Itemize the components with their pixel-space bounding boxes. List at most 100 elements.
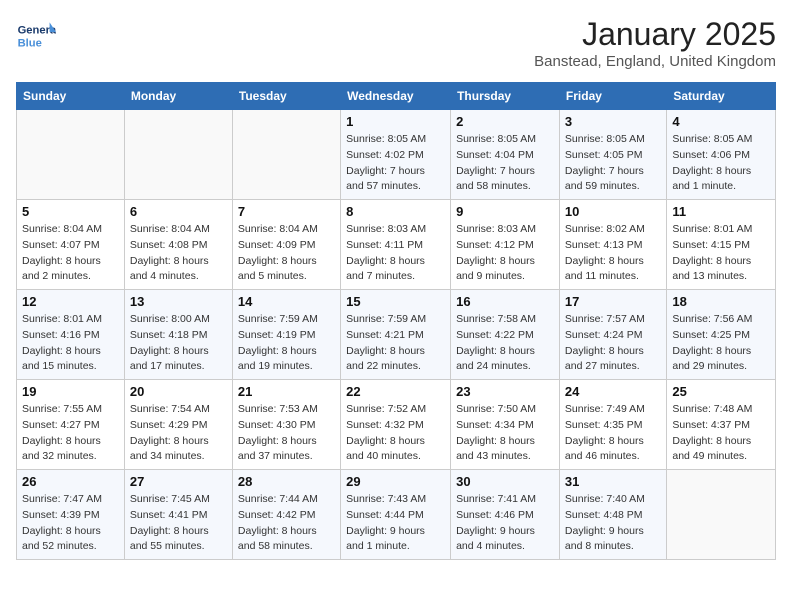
- calendar-table: SundayMondayTuesdayWednesdayThursdayFrid…: [16, 82, 776, 560]
- weekday-header-thursday: Thursday: [451, 83, 560, 110]
- calendar-cell: 14 Sunrise: 7:59 AM Sunset: 4:19 PM Dayli…: [232, 290, 340, 380]
- day-number: 21: [238, 384, 335, 399]
- day-info: Sunrise: 8:03 AM Sunset: 4:12 PM Dayligh…: [456, 222, 554, 285]
- calendar-cell: 31Sunrise: 7:40 AM Sunset: 4:48 PM Dayli…: [559, 470, 666, 560]
- day-number: 13: [130, 294, 227, 309]
- weekday-header-wednesday: Wednesday: [341, 83, 451, 110]
- day-info: Sunrise: 7:58 AM Sunset: 4:22 PM Dayligh…: [456, 312, 554, 375]
- weekday-header-monday: Monday: [124, 83, 232, 110]
- calendar-cell: 15 Sunrise: 7:59 AM Sunset: 4:21 PM Dayli…: [341, 290, 451, 380]
- title-area: January 2025 Banstead, England, United K…: [534, 16, 776, 70]
- day-info: Sunrise: 8:05 AM Sunset: 4:06 PM Dayligh…: [672, 132, 770, 195]
- calendar-cell: [17, 110, 125, 200]
- calendar-cell: 25 Sunrise: 7:48 AM Sunset: 4:37 PM Dayli…: [667, 380, 776, 470]
- calendar-cell: 16 Sunrise: 7:58 AM Sunset: 4:22 PM Dayli…: [451, 290, 560, 380]
- calendar-cell: 9 Sunrise: 8:03 AM Sunset: 4:12 PM Daylig…: [451, 200, 560, 290]
- day-number: 19: [22, 384, 119, 399]
- calendar-cell: 6 Sunrise: 8:04 AM Sunset: 4:08 PM Daylig…: [124, 200, 232, 290]
- calendar-cell: [667, 470, 776, 560]
- day-number: 18: [672, 294, 770, 309]
- day-info: Sunrise: 8:03 AM Sunset: 4:11 PM Dayligh…: [346, 222, 445, 285]
- day-number: 4: [672, 114, 770, 129]
- calendar-cell: 10 Sunrise: 8:02 AM Sunset: 4:13 PM Dayli…: [559, 200, 666, 290]
- day-number: 17: [565, 294, 661, 309]
- day-info: Sunrise: 8:02 AM Sunset: 4:13 PM Dayligh…: [565, 222, 661, 285]
- day-info: Sunrise: 7:59 AM Sunset: 4:19 PM Dayligh…: [238, 312, 335, 375]
- day-info: Sunrise: 8:05 AM Sunset: 4:05 PM Dayligh…: [565, 132, 661, 195]
- day-number: 25: [672, 384, 770, 399]
- day-number: 16: [456, 294, 554, 309]
- day-info: Sunrise: 7:53 AM Sunset: 4:30 PM Dayligh…: [238, 402, 335, 465]
- day-number: 11: [672, 204, 770, 219]
- calendar-cell: 17 Sunrise: 7:57 AM Sunset: 4:24 PM Dayli…: [559, 290, 666, 380]
- calendar-cell: 3 Sunrise: 8:05 AM Sunset: 4:05 PM Daylig…: [559, 110, 666, 200]
- day-info: Sunrise: 7:57 AM Sunset: 4:24 PM Dayligh…: [565, 312, 661, 375]
- day-info: Sunrise: 8:05 AM Sunset: 4:02 PM Dayligh…: [346, 132, 445, 195]
- calendar-cell: 4 Sunrise: 8:05 AM Sunset: 4:06 PM Daylig…: [667, 110, 776, 200]
- calendar-cell: 28 Sunrise: 7:44 AM Sunset: 4:42 PM Dayli…: [232, 470, 340, 560]
- day-info: Sunrise: 7:48 AM Sunset: 4:37 PM Dayligh…: [672, 402, 770, 465]
- day-info: Sunrise: 7:49 AM Sunset: 4:35 PM Dayligh…: [565, 402, 661, 465]
- calendar-cell: 26 Sunrise: 7:47 AM Sunset: 4:39 PM Dayli…: [17, 470, 125, 560]
- day-info: Sunrise: 7:41 AM Sunset: 4:46 PM Dayligh…: [456, 492, 554, 555]
- calendar-cell: 5 Sunrise: 8:04 AM Sunset: 4:07 PM Daylig…: [17, 200, 125, 290]
- day-info: Sunrise: 7:56 AM Sunset: 4:25 PM Dayligh…: [672, 312, 770, 375]
- day-number: 28: [238, 474, 335, 489]
- day-info: Sunrise: 7:40 AM Sunset: 4:48 PM Dayligh…: [565, 492, 661, 555]
- day-number: 30: [456, 474, 554, 489]
- day-info: Sunrise: 7:45 AM Sunset: 4:41 PM Dayligh…: [130, 492, 227, 555]
- day-number: 1: [346, 114, 445, 129]
- header: General Blue January 2025 Banstead, Engl…: [16, 16, 776, 70]
- day-number: 9: [456, 204, 554, 219]
- day-number: 14: [238, 294, 335, 309]
- day-number: 3: [565, 114, 661, 129]
- calendar-cell: 7 Sunrise: 8:04 AM Sunset: 4:09 PM Daylig…: [232, 200, 340, 290]
- day-number: 7: [238, 204, 335, 219]
- weekday-header-tuesday: Tuesday: [232, 83, 340, 110]
- day-info: Sunrise: 7:59 AM Sunset: 4:21 PM Dayligh…: [346, 312, 445, 375]
- calendar-cell: 19 Sunrise: 7:55 AM Sunset: 4:27 PM Dayli…: [17, 380, 125, 470]
- day-info: Sunrise: 7:55 AM Sunset: 4:27 PM Dayligh…: [22, 402, 119, 465]
- day-number: 12: [22, 294, 119, 309]
- weekday-header-sunday: Sunday: [17, 83, 125, 110]
- day-info: Sunrise: 7:54 AM Sunset: 4:29 PM Dayligh…: [130, 402, 227, 465]
- calendar-cell: 24Sunrise: 7:49 AM Sunset: 4:35 PM Dayli…: [559, 380, 666, 470]
- day-info: Sunrise: 7:44 AM Sunset: 4:42 PM Dayligh…: [238, 492, 335, 555]
- calendar-cell: 20 Sunrise: 7:54 AM Sunset: 4:29 PM Dayli…: [124, 380, 232, 470]
- day-info: Sunrise: 8:04 AM Sunset: 4:09 PM Dayligh…: [238, 222, 335, 285]
- month-title: January 2025: [534, 16, 776, 53]
- day-number: 27: [130, 474, 227, 489]
- day-number: 23: [456, 384, 554, 399]
- calendar-cell: [232, 110, 340, 200]
- day-info: Sunrise: 8:05 AM Sunset: 4:04 PM Dayligh…: [456, 132, 554, 195]
- location: Banstead, England, United Kingdom: [534, 53, 776, 70]
- day-info: Sunrise: 8:04 AM Sunset: 4:08 PM Dayligh…: [130, 222, 227, 285]
- day-number: 2: [456, 114, 554, 129]
- calendar-cell: 27 Sunrise: 7:45 AM Sunset: 4:41 PM Dayli…: [124, 470, 232, 560]
- day-number: 29: [346, 474, 445, 489]
- weekday-header-saturday: Saturday: [667, 83, 776, 110]
- day-number: 26: [22, 474, 119, 489]
- day-number: 15: [346, 294, 445, 309]
- day-number: 22: [346, 384, 445, 399]
- day-info: Sunrise: 8:01 AM Sunset: 4:16 PM Dayligh…: [22, 312, 119, 375]
- day-number: 8: [346, 204, 445, 219]
- day-number: 5: [22, 204, 119, 219]
- day-info: Sunrise: 7:52 AM Sunset: 4:32 PM Dayligh…: [346, 402, 445, 465]
- day-info: Sunrise: 8:00 AM Sunset: 4:18 PM Dayligh…: [130, 312, 227, 375]
- day-number: 6: [130, 204, 227, 219]
- day-info: Sunrise: 8:04 AM Sunset: 4:07 PM Dayligh…: [22, 222, 119, 285]
- calendar-cell: 23 Sunrise: 7:50 AM Sunset: 4:34 PM Dayli…: [451, 380, 560, 470]
- calendar-cell: 21 Sunrise: 7:53 AM Sunset: 4:30 PM Dayli…: [232, 380, 340, 470]
- calendar-cell: 22 Sunrise: 7:52 AM Sunset: 4:32 PM Dayli…: [341, 380, 451, 470]
- day-info: Sunrise: 7:47 AM Sunset: 4:39 PM Dayligh…: [22, 492, 119, 555]
- day-number: 10: [565, 204, 661, 219]
- calendar-cell: [124, 110, 232, 200]
- calendar-cell: 1 Sunrise: 8:05 AM Sunset: 4:02 PM Daylig…: [341, 110, 451, 200]
- day-info: Sunrise: 7:43 AM Sunset: 4:44 PM Dayligh…: [346, 492, 445, 555]
- calendar-cell: 30 Sunrise: 7:41 AM Sunset: 4:46 PM Dayli…: [451, 470, 560, 560]
- day-info: Sunrise: 7:50 AM Sunset: 4:34 PM Dayligh…: [456, 402, 554, 465]
- day-number: 20: [130, 384, 227, 399]
- calendar-cell: 11Sunrise: 8:01 AM Sunset: 4:15 PM Dayli…: [667, 200, 776, 290]
- calendar-cell: 12 Sunrise: 8:01 AM Sunset: 4:16 PM Dayli…: [17, 290, 125, 380]
